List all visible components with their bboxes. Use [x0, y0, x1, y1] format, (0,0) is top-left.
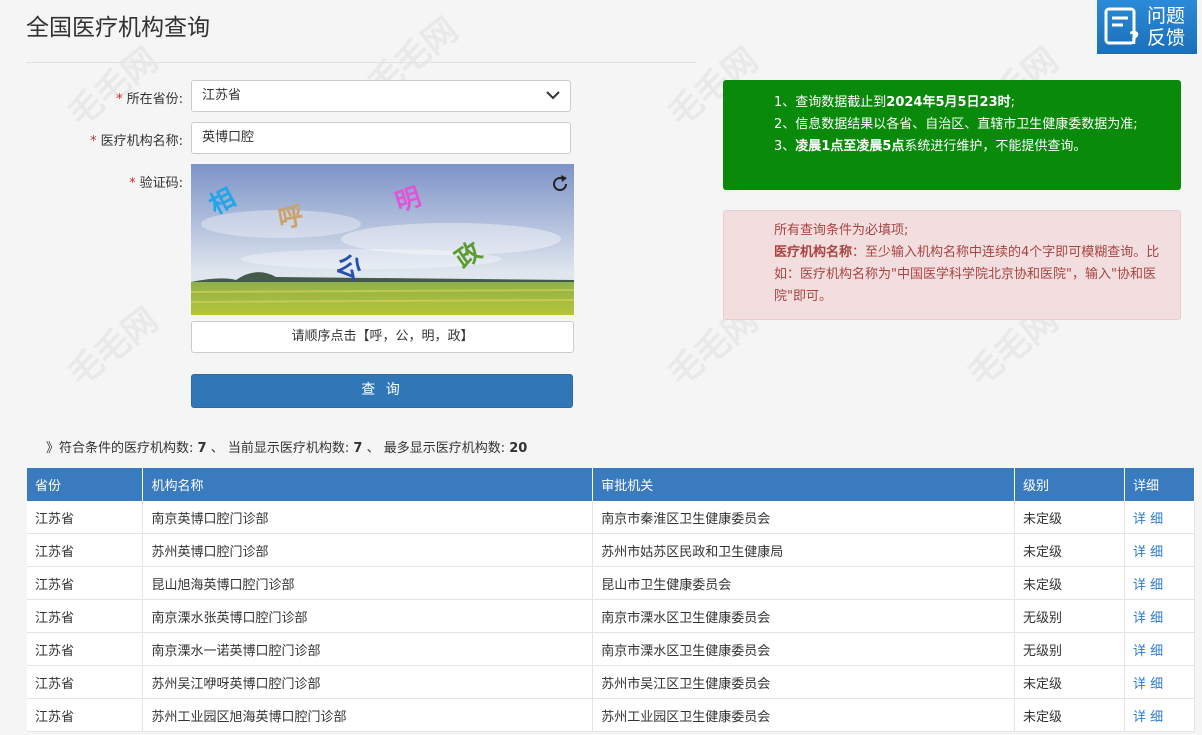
- cell-province: 江苏省: [27, 501, 144, 534]
- cell-authority: 南京市溧水区卫生健康委员会: [592, 599, 1016, 633]
- cell-province: 江苏省: [27, 566, 144, 600]
- cell-name: 昆山旭海英博口腔门诊部: [142, 566, 594, 600]
- detail-link[interactable]: 详 细: [1124, 665, 1196, 699]
- result-stats: 》符合条件的医疗机构数: 7 、 当前显示医疗机构数: 7 、 最多显示医疗机构…: [46, 441, 528, 456]
- cell-province: 江苏省: [27, 632, 144, 666]
- institution-name-label: * 医疗机构名称:: [90, 134, 183, 149]
- cell-authority: 南京市溧水区卫生健康委员会: [592, 632, 1016, 666]
- captcha-label: * 验证码:: [129, 176, 183, 191]
- cell-level: 未定级: [1014, 501, 1125, 534]
- table-header: 省份 机构名称 审批机关 级别 详细: [27, 468, 1196, 501]
- watermark: 毛毛网: [60, 40, 166, 135]
- table-row: 江苏省 南京英博口腔门诊部 南京市秦淮区卫生健康委员会 未定级 详 细: [27, 501, 1196, 534]
- captcha-landscape: [191, 164, 574, 315]
- cell-level: 无级别: [1014, 632, 1125, 666]
- feedback-button[interactable]: ? 问题 反馈: [1097, 0, 1197, 54]
- cell-name: 苏州英博口腔门诊部: [142, 533, 594, 567]
- table-row: 江苏省 昆山旭海英博口腔门诊部 昆山市卫生健康委员会 未定级 详 细: [27, 566, 1196, 600]
- cell-level: 未定级: [1014, 533, 1125, 567]
- table-row: 江苏省 南京溧水张英博口腔门诊部 南京市溧水区卫生健康委员会 无级别 详 细: [27, 599, 1196, 633]
- chevron-down-icon: [546, 91, 560, 100]
- cell-authority: 苏州市吴江区卫生健康委员会: [592, 665, 1016, 699]
- cell-authority: 昆山市卫生健康委员会: [592, 566, 1016, 600]
- cell-name: 南京溧水张英博口腔门诊部: [142, 599, 594, 633]
- requirement-panel: 所有查询条件为必填项; 医疗机构名称：至少输入机构名称中连续的4个字即可模糊查询…: [723, 210, 1181, 320]
- column-header-authority: 审批机关: [592, 468, 1016, 501]
- table-row: 江苏省 南京溧水一诺英博口腔门诊部 南京市溧水区卫生健康委员会 无级别 详 细: [27, 632, 1196, 666]
- cell-name: 苏州吴江咿呀英博口腔门诊部: [142, 665, 594, 699]
- feedback-label: 问题 反馈: [1147, 5, 1186, 49]
- column-header-name: 机构名称: [142, 468, 594, 501]
- table-row: 江苏省 苏州英博口腔门诊部 苏州市姑苏区民政和卫生健康局 未定级 详 细: [27, 533, 1196, 567]
- detail-link[interactable]: 详 细: [1124, 632, 1196, 666]
- refresh-icon[interactable]: [550, 174, 570, 194]
- cell-province: 江苏省: [27, 665, 144, 699]
- cell-name: 南京溧水一诺英博口腔门诊部: [142, 632, 594, 666]
- cell-level: 无级别: [1014, 599, 1125, 633]
- province-value: 江苏省: [202, 88, 242, 103]
- feedback-doc-icon: ?: [1104, 7, 1139, 48]
- detail-link[interactable]: 详 细: [1124, 698, 1196, 732]
- cell-name: 苏州工业园区旭海英博口腔门诊部: [142, 698, 594, 732]
- page-title: 全国医疗机构查询: [26, 15, 210, 41]
- cell-name: 南京英博口腔门诊部: [142, 501, 594, 534]
- watermark: 毛毛网: [60, 300, 166, 395]
- detail-link[interactable]: 详 细: [1124, 501, 1196, 534]
- detail-link[interactable]: 详 细: [1124, 599, 1196, 633]
- cell-authority: 苏州工业园区卫生健康委员会: [592, 698, 1016, 732]
- svg-text:?: ?: [1129, 28, 1139, 48]
- cell-province: 江苏省: [27, 599, 144, 633]
- cell-province: 江苏省: [27, 698, 144, 732]
- captcha-image[interactable]: 相 呼 明 公 政: [191, 164, 574, 315]
- table-row: 江苏省 苏州工业园区旭海英博口腔门诊部 苏州工业园区卫生健康委员会 未定级 详 …: [27, 698, 1196, 732]
- province-label: * 所在省份:: [116, 92, 183, 107]
- cell-province: 江苏省: [27, 533, 144, 567]
- institution-name-input[interactable]: 英博口腔: [191, 122, 571, 154]
- column-header-province: 省份: [27, 468, 144, 501]
- column-header-detail: 详细: [1124, 468, 1196, 501]
- captcha-hint: 请顺序点击【呼，公，明，政】: [191, 321, 574, 353]
- institution-name-value: 英博口腔: [202, 130, 255, 145]
- query-button[interactable]: 查 询: [191, 374, 573, 408]
- cell-authority: 南京市秦淮区卫生健康委员会: [592, 501, 1016, 534]
- cell-level: 未定级: [1014, 566, 1125, 600]
- column-header-level: 级别: [1014, 468, 1125, 501]
- cell-level: 未定级: [1014, 665, 1125, 699]
- detail-link[interactable]: 详 细: [1124, 566, 1196, 600]
- title-divider: [26, 62, 696, 63]
- cell-level: 未定级: [1014, 698, 1125, 732]
- cell-authority: 苏州市姑苏区民政和卫生健康局: [592, 533, 1016, 567]
- table-row: 江苏省 苏州吴江咿呀英博口腔门诊部 苏州市吴江区卫生健康委员会 未定级 详 细: [27, 665, 1196, 699]
- results-table: 省份 机构名称 审批机关 级别 详细 江苏省 南京英博口腔门诊部 南京市秦淮区卫…: [27, 468, 1196, 732]
- detail-link[interactable]: 详 细: [1124, 533, 1196, 567]
- notice-panel: 1、查询数据截止到2024年5月5日23时; 2、信息数据结果以各省、自治区、直…: [723, 80, 1181, 190]
- province-select[interactable]: 江苏省: [191, 80, 571, 112]
